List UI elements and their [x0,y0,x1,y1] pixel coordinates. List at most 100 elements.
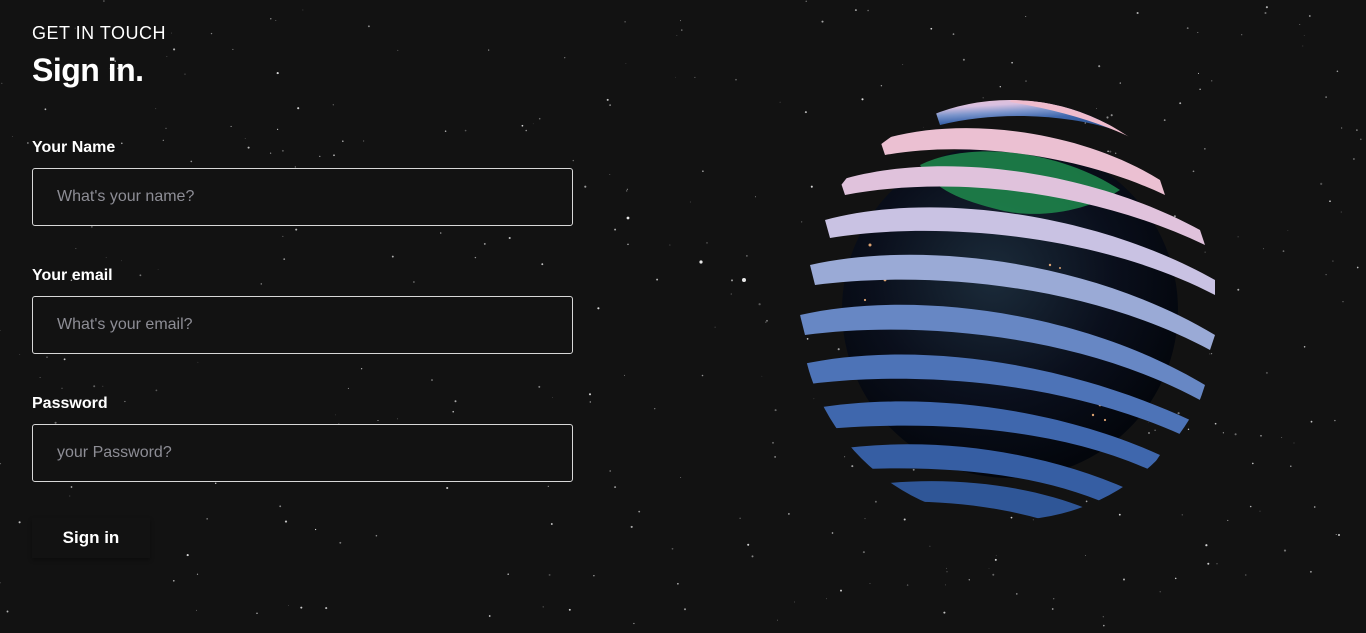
star [1290,465,1292,468]
star [1016,593,1018,595]
star [584,185,587,188]
star [11,136,13,137]
star [1356,129,1358,131]
password-input[interactable] [32,424,573,482]
star [1136,11,1139,15]
star [683,608,687,611]
star [805,0,807,2]
star [654,408,656,410]
star [626,188,628,190]
star [1334,419,1336,422]
page-title: Sign in. [32,52,144,88]
star [325,607,328,610]
star [840,589,842,592]
eyebrow-text: GET IN TOUCH [32,23,167,43]
star [0,582,1,584]
earth-globe-icon[interactable] [760,70,1250,540]
star [1249,505,1252,508]
star [1303,35,1305,37]
star [614,228,617,231]
star [680,477,682,478]
star [27,142,29,144]
star [867,9,869,12]
star [1122,578,1126,581]
star [256,612,258,614]
star [1098,65,1101,68]
star [1186,27,1189,30]
signin-form-panel: GET IN TOUCH Sign in. Your Name Your ema… [32,20,573,558]
star [1011,61,1013,64]
star [1282,250,1285,252]
star [1329,200,1331,203]
star [943,611,946,614]
star [656,278,659,281]
star [735,78,737,81]
star [681,29,683,31]
signin-button[interactable]: Sign in [32,518,150,558]
star [706,242,708,244]
star [694,76,696,78]
star [854,9,857,12]
star [1259,510,1261,512]
star [302,9,304,11]
star [589,401,591,403]
star [1207,562,1210,565]
star [1320,182,1323,185]
star [677,582,679,585]
star [19,354,21,355]
star [1241,34,1243,36]
name-label: Your Name [32,139,116,156]
star [1335,534,1337,536]
star [747,543,750,546]
email-input[interactable] [32,296,573,354]
star [1,82,3,85]
star [1325,273,1327,276]
star [609,104,611,106]
star [196,573,199,575]
star [623,374,625,376]
star [962,58,965,61]
name-input[interactable] [32,168,573,226]
star [0,462,2,465]
star [1287,230,1289,231]
star [689,201,691,203]
bright-star [626,216,630,220]
star [542,606,544,608]
star [1174,577,1177,580]
star [1260,434,1262,437]
star [862,551,865,554]
star [1332,260,1334,262]
star [1051,608,1054,610]
star [902,64,904,66]
star [1359,138,1362,141]
signin-form: Your Name Your email Password Sign in [32,138,573,558]
star [627,243,629,246]
star [992,573,995,576]
star [606,98,609,101]
star [675,76,676,78]
star [946,571,948,573]
star [172,579,175,582]
star [739,517,741,519]
star [988,568,990,569]
star [730,293,733,295]
star [288,605,289,606]
star [1342,301,1344,303]
star [906,584,909,586]
bright-star [699,260,703,264]
star [1281,437,1283,439]
star [1299,23,1301,25]
star [671,547,674,550]
star [821,20,824,23]
star [751,555,754,558]
star [995,555,997,557]
star [869,583,871,585]
star [930,27,933,30]
bright-star [742,278,746,282]
star [1302,45,1304,47]
star [1251,462,1254,465]
star [196,609,197,611]
star [568,608,571,611]
star [300,606,303,609]
star [18,521,21,524]
